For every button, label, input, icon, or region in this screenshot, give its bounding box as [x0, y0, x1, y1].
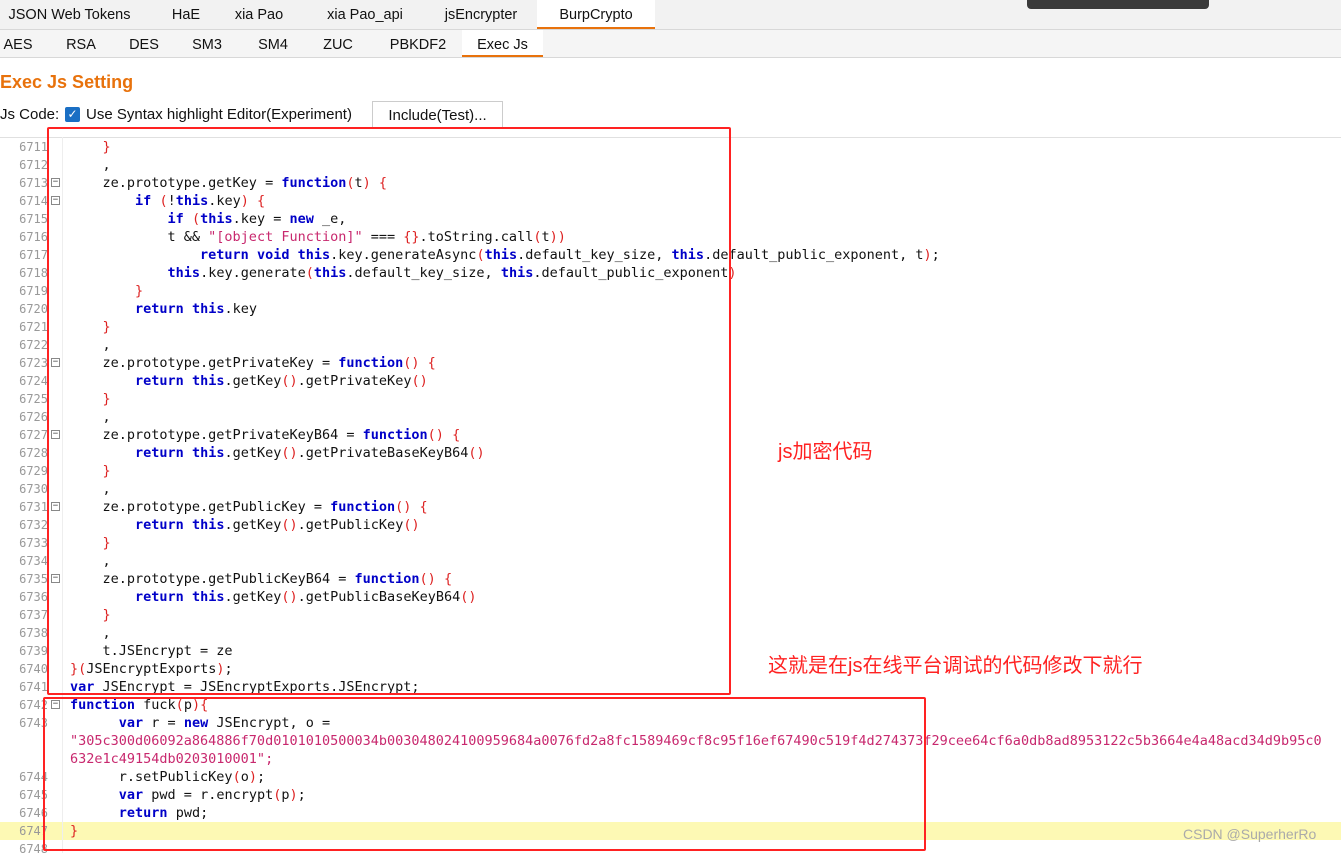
- tab-jsencrypter[interactable]: jsEncrypter: [426, 0, 536, 29]
- line-number: 6728: [19, 446, 48, 460]
- line-number: 6730: [19, 482, 48, 496]
- line-number: 6714: [19, 194, 48, 208]
- line-number: 6746: [19, 806, 48, 820]
- line-number: 6717: [19, 248, 48, 262]
- line-number: 6711: [19, 140, 48, 154]
- annotation-box-js-code: [47, 127, 731, 695]
- tab-exec-js[interactable]: Exec Js: [462, 30, 543, 57]
- line-number: 6731: [19, 500, 48, 514]
- line-number: 6737: [19, 608, 48, 622]
- line-number: 6740: [19, 662, 48, 676]
- line-number: 6713: [19, 176, 48, 190]
- line-number: 6744: [19, 770, 48, 784]
- tab-pbkdf2[interactable]: PBKDF2: [378, 30, 458, 57]
- tab-des[interactable]: DES: [118, 30, 170, 57]
- line-number: 6716: [19, 230, 48, 244]
- line-number: 6738: [19, 626, 48, 640]
- tab-burpcrypto[interactable]: BurpCrypto: [537, 0, 655, 29]
- line-number: 6742: [19, 698, 48, 712]
- tab-xia-pao-api[interactable]: xia Pao_api: [310, 0, 420, 29]
- line-number: 6732: [19, 518, 48, 532]
- line-number: 6743: [19, 716, 48, 730]
- line-number: 6741: [19, 680, 48, 694]
- js-code-label: Js Code:: [0, 106, 60, 123]
- line-number: 6745: [19, 788, 48, 802]
- line-number: 6725: [19, 392, 48, 406]
- line-number: 6727: [19, 428, 48, 442]
- tab-aes[interactable]: AES: [0, 30, 36, 57]
- annotation-box-function: [43, 697, 926, 851]
- line-number: 6739: [19, 644, 48, 658]
- tab-sm3[interactable]: SM3: [180, 30, 234, 57]
- code-token: ): [923, 247, 932, 263]
- line-number: 6724: [19, 374, 48, 388]
- line-number: 6733: [19, 536, 48, 550]
- line-number: 6748: [19, 842, 48, 856]
- line-number: 6721: [19, 320, 48, 334]
- tab-hae[interactable]: HaE: [160, 0, 212, 29]
- line-number: 6718: [19, 266, 48, 280]
- line-number: 6722: [19, 338, 48, 352]
- watermark: CSDN @SuperherRo: [1183, 826, 1317, 842]
- line-number: 6729: [19, 464, 48, 478]
- syntax-highlight-label[interactable]: Use Syntax highlight Editor(Experiment): [86, 106, 352, 123]
- line-number: 6734: [19, 554, 48, 568]
- tab-xia-pao[interactable]: xia Pao: [224, 0, 294, 29]
- window-controls: [1027, 0, 1209, 9]
- line-number: 6712: [19, 158, 48, 172]
- section-title: Exec Js Setting: [0, 72, 134, 92]
- syntax-highlight-checkbox[interactable]: ✓: [65, 107, 80, 122]
- line-number: 6723: [19, 356, 48, 370]
- include-test-button[interactable]: Include(Test)...: [372, 101, 503, 128]
- annotation-note-1: js加密代码: [778, 441, 873, 463]
- line-number: 6747: [19, 824, 48, 838]
- sub-tab-bar: AES RSA DES SM3 SM4 ZUC PBKDF2 Exec Js: [0, 30, 1341, 58]
- annotation-note-2: 这就是在js在线平台调试的代码修改下就行: [768, 655, 1143, 677]
- tab-json-web-tokens[interactable]: JSON Web Tokens: [4, 0, 135, 29]
- tab-sm4[interactable]: SM4: [246, 30, 300, 57]
- tab-rsa[interactable]: RSA: [55, 30, 107, 57]
- line-number: 6726: [19, 410, 48, 424]
- line-number: 6736: [19, 590, 48, 604]
- tab-zuc[interactable]: ZUC: [312, 30, 364, 57]
- line-number: 6715: [19, 212, 48, 226]
- line-number: 6735: [19, 572, 48, 586]
- line-number: 6720: [19, 302, 48, 316]
- line-number: 6719: [19, 284, 48, 298]
